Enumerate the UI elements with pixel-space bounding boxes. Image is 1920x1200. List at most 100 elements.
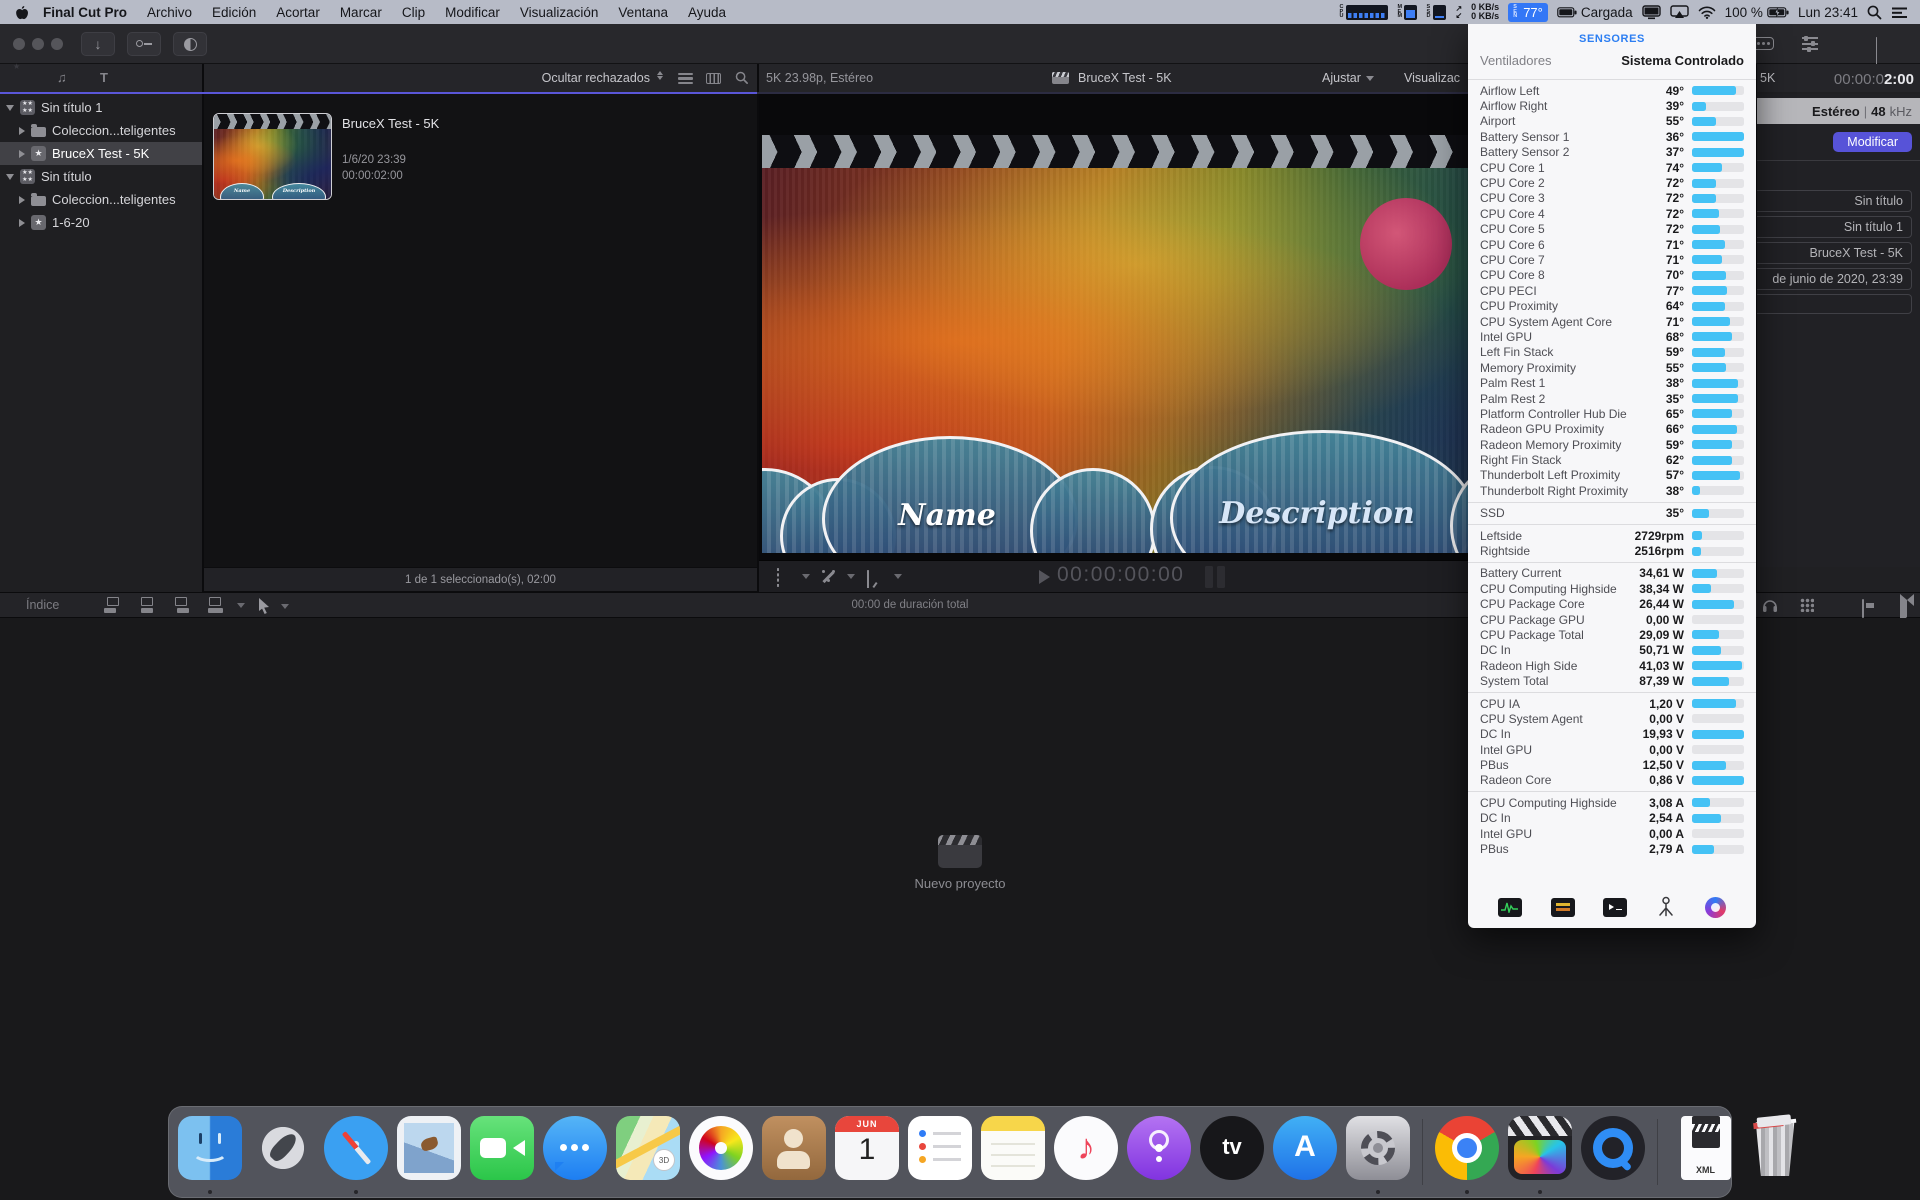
- display-icon[interactable]: [1642, 5, 1661, 20]
- dock-reminders-icon[interactable]: [907, 1110, 973, 1194]
- dock-chrome-icon[interactable]: [1434, 1110, 1500, 1194]
- terminal-shortcut[interactable]: [1603, 898, 1627, 917]
- insert-edit-button[interactable]: [138, 597, 158, 613]
- chevron-down-icon[interactable]: [847, 574, 855, 579]
- dock-music-icon[interactable]: ♪: [1053, 1110, 1119, 1194]
- fans-header-row[interactable]: Ventiladores Sistema Controlado: [1468, 52, 1756, 76]
- dock-trash-icon[interactable]: [1742, 1110, 1808, 1194]
- cpu-widget[interactable]: CPU: [1339, 5, 1388, 20]
- memory-widget[interactable]: MEM: [1397, 5, 1417, 20]
- menu-acortar[interactable]: Acortar: [266, 5, 330, 20]
- dock-contacts-icon[interactable]: [761, 1110, 827, 1194]
- clip-thumbnail[interactable]: Name Description: [213, 113, 332, 200]
- sidebar-item[interactable]: ★★★★Sin título 1: [0, 96, 202, 119]
- dock-podcasts-icon[interactable]: [1126, 1110, 1192, 1194]
- wifi-icon[interactable]: [1698, 6, 1716, 19]
- clip-appearance-icon[interactable]: [1862, 599, 1864, 618]
- dock-launchpad-icon[interactable]: [250, 1110, 316, 1194]
- view-dropdown[interactable]: Visualizac: [1404, 71, 1466, 85]
- crop-tool-button[interactable]: [777, 569, 779, 587]
- dock-facetime-icon[interactable]: [469, 1110, 535, 1194]
- gauge-outline-icon[interactable]: [1656, 896, 1676, 918]
- disclosure-triangle-icon[interactable]: [19, 196, 25, 204]
- dock-photos-icon[interactable]: [688, 1110, 754, 1194]
- arrow-tool-button[interactable]: [258, 598, 270, 614]
- filmstrip-view-button[interactable]: [706, 73, 721, 84]
- sidebar-item[interactable]: Coleccion...teligentes: [0, 119, 202, 142]
- dock-fcp-icon[interactable]: [1507, 1110, 1573, 1194]
- menu-clip[interactable]: Clip: [392, 5, 435, 20]
- airplay-icon[interactable]: [1670, 5, 1689, 19]
- connect-edit-button[interactable]: [104, 597, 124, 613]
- filter-dropdown[interactable]: Ocultar rechazados: [350, 71, 650, 85]
- sidebar-item[interactable]: ★1-6-20: [0, 211, 202, 234]
- menu-edici-n[interactable]: Edición: [202, 5, 266, 20]
- tab-titles-generators[interactable]: T: [100, 70, 108, 85]
- menu-ventana[interactable]: Ventana: [608, 5, 678, 20]
- dock-messages-icon[interactable]: [542, 1110, 608, 1194]
- chevron-down-icon[interactable]: [802, 574, 810, 579]
- modify-button[interactable]: Modificar: [1833, 132, 1912, 152]
- disclosure-triangle-icon[interactable]: [6, 105, 14, 111]
- chevron-down-icon[interactable]: [894, 574, 902, 579]
- background-tasks-button[interactable]: [173, 32, 207, 56]
- headphones-icon[interactable]: [1762, 598, 1778, 613]
- network-arrows-icon[interactable]: ↗↙: [1455, 5, 1462, 19]
- inspector-toggle-button[interactable]: [1802, 37, 1818, 50]
- dock-calendar-icon[interactable]: JUN1: [834, 1110, 900, 1194]
- sidebar-browser-divider[interactable]: [202, 64, 204, 592]
- grid-dots-icon[interactable]: [1800, 598, 1814, 612]
- menu-marcar[interactable]: Marcar: [330, 5, 392, 20]
- append-edit-button[interactable]: [172, 597, 192, 613]
- menu-archivo[interactable]: Archivo: [137, 5, 202, 20]
- spotlight-search-icon[interactable]: [1867, 5, 1882, 20]
- import-media-button[interactable]: ↓: [81, 32, 115, 56]
- retime-button[interactable]: [867, 571, 869, 589]
- sidebar-item[interactable]: ★★★★Sin título: [0, 165, 202, 188]
- disclosure-triangle-icon[interactable]: [19, 219, 25, 227]
- dock-sysprefs-icon[interactable]: [1345, 1110, 1411, 1194]
- battery-percent-item[interactable]: 100 %: [1725, 5, 1789, 20]
- sensors-menu-widget[interactable]: SEN 77°: [1508, 3, 1548, 22]
- menu-visualizaci-n[interactable]: Visualización: [510, 5, 609, 20]
- zoom-fit-dropdown[interactable]: Ajustar: [1322, 71, 1374, 85]
- dock-safari-icon[interactable]: [323, 1110, 389, 1194]
- notification-center-icon[interactable]: [1891, 6, 1908, 19]
- apple-menu-icon[interactable]: [14, 5, 29, 20]
- menu-ayuda[interactable]: Ayuda: [678, 5, 736, 20]
- fans-mode-value[interactable]: Sistema Controlado: [1621, 53, 1744, 68]
- chevron-down-icon[interactable]: [281, 604, 289, 609]
- activity-graph-shortcut[interactable]: [1498, 898, 1522, 917]
- istat-app-shortcut[interactable]: [1705, 897, 1726, 918]
- browser-viewer-divider[interactable]: [757, 64, 759, 592]
- network-widget[interactable]: 0 KB/s 0 KB/s: [1471, 3, 1499, 22]
- chevron-down-icon[interactable]: [237, 603, 245, 608]
- index-button[interactable]: Índice: [26, 598, 59, 612]
- battery-menu-item[interactable]: Cargada: [1557, 5, 1633, 20]
- ssd-widget[interactable]: SSD: [1426, 5, 1446, 20]
- audio-meters[interactable]: [1205, 566, 1225, 588]
- sidebar-item[interactable]: Coleccion...teligentes: [0, 188, 202, 211]
- keyword-editor-button[interactable]: [127, 32, 161, 56]
- menu-bar-clock[interactable]: Lun 23:41: [1798, 5, 1858, 20]
- log-viewer-shortcut[interactable]: [1551, 898, 1575, 917]
- disclosure-triangle-icon[interactable]: [19, 150, 25, 158]
- dock-maps-icon[interactable]: 3D: [615, 1110, 681, 1194]
- close-window-button[interactable]: [13, 38, 25, 50]
- sidebar-item[interactable]: ★BruceX Test - 5K: [0, 142, 202, 165]
- play-button[interactable]: [1039, 570, 1050, 584]
- disclosure-triangle-icon[interactable]: [19, 127, 25, 135]
- clip-title[interactable]: BruceX Test - 5K: [342, 116, 439, 131]
- overwrite-edit-button[interactable]: [206, 597, 226, 613]
- search-icon[interactable]: [735, 71, 749, 85]
- dock-tv-icon[interactable]: tv: [1199, 1110, 1265, 1194]
- dock-quicktime-icon[interactable]: [1580, 1110, 1646, 1194]
- dock-xml-icon[interactable]: XML: [1669, 1110, 1735, 1194]
- chevron-updown-icon[interactable]: [657, 71, 663, 80]
- menu-modificar[interactable]: Modificar: [435, 5, 510, 20]
- dock-finder-icon[interactable]: [177, 1110, 243, 1194]
- active-app-name[interactable]: Final Cut Pro: [43, 5, 127, 20]
- list-view-button[interactable]: [678, 73, 693, 84]
- disclosure-triangle-icon[interactable]: [6, 174, 14, 180]
- tab-photos-audio[interactable]: ♫: [57, 70, 67, 85]
